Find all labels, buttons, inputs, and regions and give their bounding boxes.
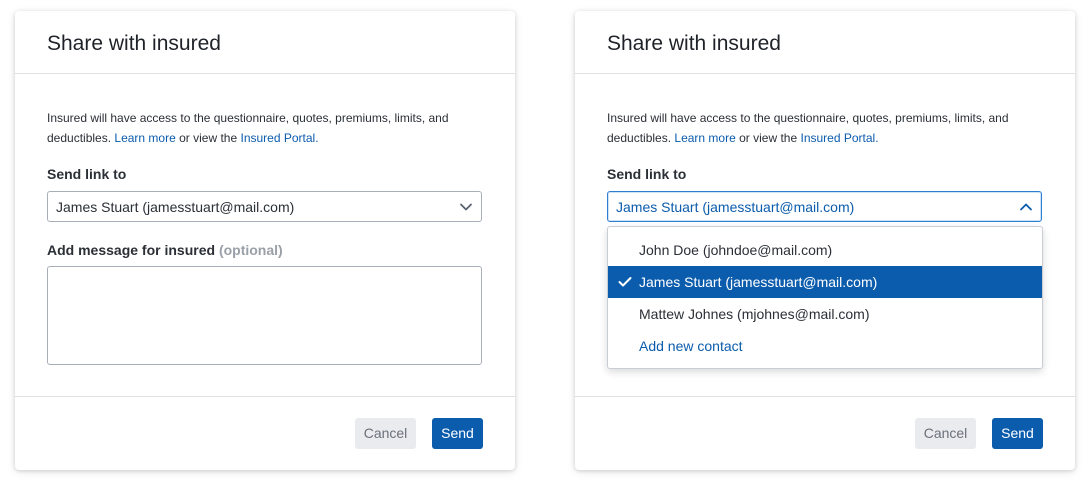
dialog-footer: Cancel Send [15, 396, 515, 470]
contact-option-label: James Stuart (jamesstuart@mail.com) [639, 274, 878, 290]
dialog-title: Share with insured [607, 32, 781, 55]
message-label-text: Add message for insured [47, 242, 216, 258]
contact-option-selected[interactable]: James Stuart (jamesstuart@mail.com) [608, 266, 1042, 298]
dialog-header: Share with insured [575, 11, 1075, 74]
learn-more-link[interactable]: Learn more [114, 131, 175, 145]
send-link-label: Send link to [47, 166, 127, 182]
send-button[interactable]: Send [992, 418, 1043, 449]
dialog-footer: Cancel Send [575, 396, 1075, 470]
message-label: Add message for insured (optional) [47, 242, 283, 258]
cancel-button[interactable]: Cancel [915, 418, 976, 449]
share-dialog-open: Share with insured Insured will have acc… [575, 11, 1075, 470]
contact-option[interactable]: John Doe (johndoe@mail.com) [608, 234, 1042, 266]
dialog-title: Share with insured [47, 32, 221, 55]
contact-select-value: James Stuart (jamesstuart@mail.com) [616, 199, 855, 215]
dialog-description: Insured will have access to the question… [47, 108, 487, 148]
contact-select[interactable]: James Stuart (jamesstuart@mail.com) [47, 191, 482, 222]
add-new-contact-option[interactable]: Add new contact [608, 330, 1042, 362]
dialog-header: Share with insured [15, 11, 515, 74]
send-button[interactable]: Send [432, 418, 483, 449]
cancel-button[interactable]: Cancel [355, 418, 416, 449]
learn-more-link[interactable]: Learn more [674, 131, 735, 145]
insured-portal-link[interactable]: Insured Portal. [240, 131, 318, 145]
contact-select-value: James Stuart (jamesstuart@mail.com) [56, 199, 295, 215]
or-view-text: or view the [179, 131, 238, 145]
dialog-description: Insured will have access to the question… [607, 108, 1047, 148]
or-view-text: or view the [739, 131, 798, 145]
contact-dropdown-menu: John Doe (johndoe@mail.com) James Stuart… [607, 226, 1043, 369]
insured-portal-link[interactable]: Insured Portal. [800, 131, 878, 145]
optional-hint: (optional) [218, 242, 283, 258]
send-link-label: Send link to [607, 166, 687, 182]
chevron-down-icon [460, 203, 472, 211]
share-dialog-closed: Share with insured Insured will have acc… [15, 11, 515, 470]
message-textarea[interactable] [47, 266, 482, 365]
checkmark-icon [618, 277, 632, 287]
chevron-up-icon [1020, 203, 1032, 211]
contact-select-open[interactable]: James Stuart (jamesstuart@mail.com) [607, 191, 1042, 222]
contact-option[interactable]: Mattew Johnes (mjohnes@mail.com) [608, 298, 1042, 330]
